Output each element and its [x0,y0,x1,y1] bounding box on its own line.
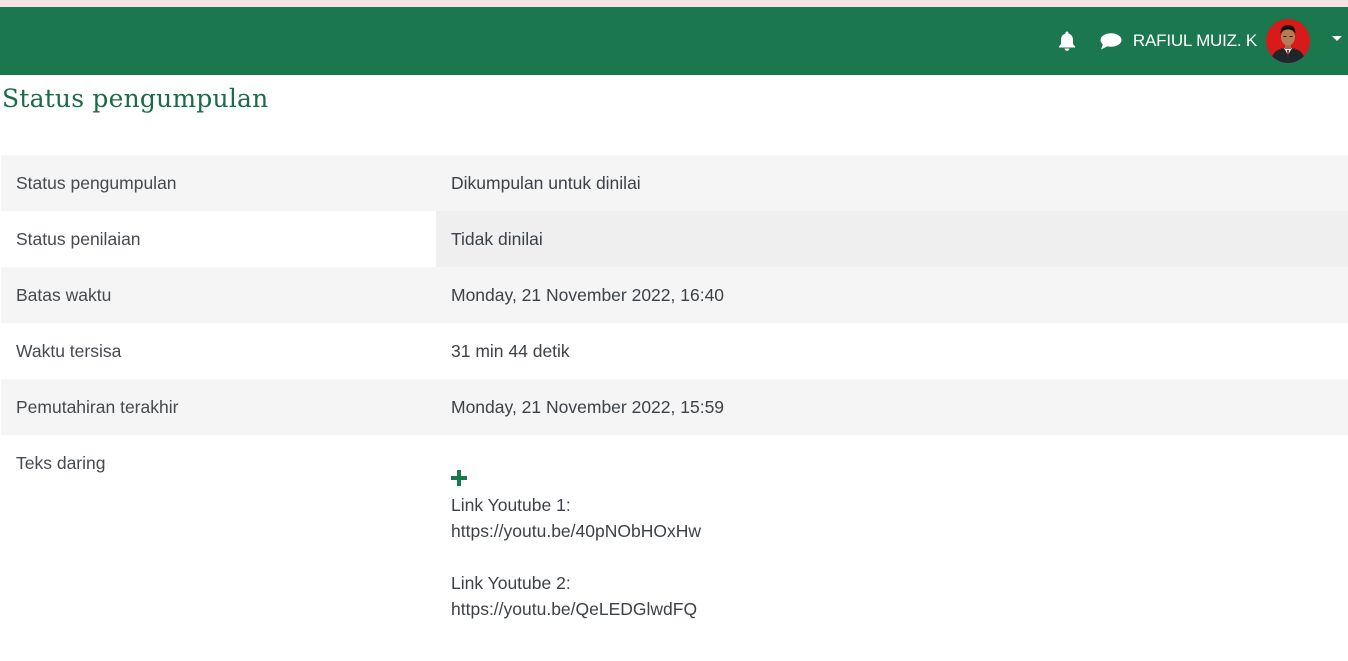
online-text-cell: Link Youtube 1: https://youtu.be/40pNObH… [436,435,1348,660]
table-row: Pemutahiran terakhir Monday, 21 November… [1,379,1348,435]
table-row: Status penilaian Tidak dinilai [1,211,1348,267]
navbar-right: RAFIUL MUIZ. K [1055,7,1348,75]
row-value: Monday, 21 November 2022, 16:40 [436,267,1348,323]
table-row: Teks daring Link Youtube 1: https://yout… [1,435,1348,660]
row-value: Tidak dinilai [436,211,1348,267]
caret-down-icon[interactable] [1332,35,1342,41]
navbar: RAFIUL MUIZ. K [0,7,1348,75]
row-value: 31 min 44 detik [436,323,1348,379]
table-row: Batas waktu Monday, 21 November 2022, 16… [1,267,1348,323]
user-name[interactable]: RAFIUL MUIZ. K [1133,31,1257,51]
user-menu[interactable]: RAFIUL MUIZ. K [1133,19,1348,63]
youtube-link: https://youtu.be/40pNObHOxHw [451,521,701,541]
row-label: Pemutahiran terakhir [1,379,436,435]
row-label: Status penilaian [1,211,436,267]
plus-icon[interactable] [451,470,467,486]
row-label: Waktu tersisa [1,323,436,379]
row-value: Dikumpulan untuk dinilai [436,155,1348,211]
top-strip [0,0,1348,7]
page-title: Status pengumpulan [2,84,269,113]
row-value: Monday, 21 November 2022, 15:59 [436,379,1348,435]
user-avatar[interactable] [1266,19,1310,63]
chat-icon[interactable] [1099,29,1123,53]
row-label: Teks daring [1,435,436,660]
submission-status-table: Status pengumpulan Dikumpulan untuk dini… [1,155,1348,660]
bell-icon[interactable] [1055,29,1079,53]
online-text-line: Link Youtube 1: [451,495,571,515]
table-row: Status pengumpulan Dikumpulan untuk dini… [1,155,1348,211]
youtube-link: https://youtu.be/QeLEDGlwdFQ [451,599,698,619]
online-text-line: Link Youtube 2: [451,573,571,593]
row-label: Status pengumpulan [1,155,436,211]
table-row: Waktu tersisa 31 min 44 detik [1,323,1348,379]
row-label: Batas waktu [1,267,436,323]
